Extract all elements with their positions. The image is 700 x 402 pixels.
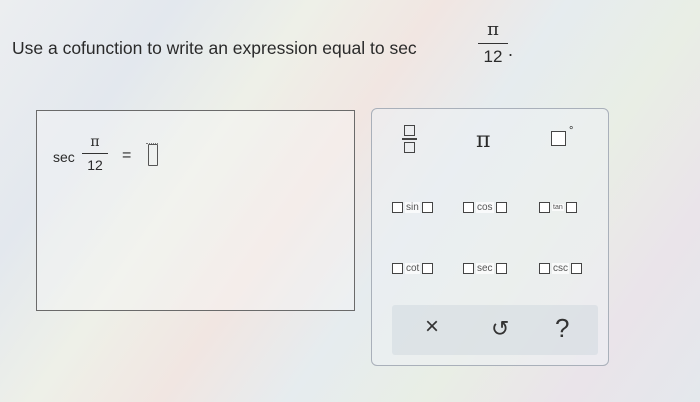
answer-func-label: sec — [53, 149, 75, 165]
clear-icon[interactable]: × — [425, 313, 439, 341]
cot-button[interactable]: cot — [392, 263, 434, 274]
slot-icon — [421, 202, 433, 213]
fraction-bar — [478, 43, 508, 44]
undo-icon[interactable]: ↺ — [491, 316, 509, 342]
question-text: Use a cofunction to write an expression … — [12, 38, 417, 58]
question-period: . — [508, 40, 514, 60]
degree-button[interactable]: ° — [551, 125, 573, 148]
answer-area[interactable]: sec π 12 = — [36, 110, 355, 311]
sin-button[interactable]: sin — [392, 202, 433, 213]
answer-denominator: 12 — [87, 157, 103, 173]
question-denominator: 12 — [483, 47, 503, 66]
slot-icon — [463, 263, 474, 274]
pi-button[interactable]: π — [476, 128, 490, 153]
fraction-bar-icon — [402, 138, 417, 140]
answer-fraction: π 12 — [82, 134, 108, 173]
slot-icon — [495, 263, 507, 274]
question-numerator: π — [487, 19, 499, 40]
slot-icon — [463, 202, 474, 213]
sec-label: sec — [476, 263, 494, 274]
slot-icon — [392, 202, 403, 213]
fraction-bottom-slot-icon — [404, 142, 415, 153]
slot-icon — [539, 263, 550, 274]
fraction-bar — [82, 153, 108, 154]
fraction-template-button[interactable] — [402, 125, 418, 155]
slot-icon — [565, 202, 577, 213]
fraction-top-slot-icon — [404, 125, 415, 136]
cos-button[interactable]: cos — [463, 202, 507, 213]
answer-input-box[interactable] — [146, 143, 158, 166]
slot-icon — [392, 263, 403, 274]
csc-label: csc — [552, 263, 569, 274]
answer-equals: = — [122, 147, 132, 164]
tan-button[interactable]: tan — [539, 202, 577, 213]
answer-numerator: π — [90, 134, 100, 150]
slot-icon — [571, 263, 582, 274]
slot-icon — [495, 202, 507, 213]
cot-label: cot — [405, 263, 421, 274]
slot-icon — [422, 263, 434, 274]
cos-label: cos — [476, 202, 494, 213]
sec-button[interactable]: sec — [463, 263, 507, 274]
math-palette: π ° sin cos tan cot sec csc × ↺ ? — [371, 108, 609, 366]
degree-slot-icon — [551, 131, 566, 147]
palette-action-bar: × ↺ ? — [392, 305, 598, 355]
sin-label: sin — [405, 202, 420, 213]
help-icon[interactable]: ? — [555, 313, 569, 344]
csc-button[interactable]: csc — [539, 263, 582, 274]
question-fraction: π 12 — [478, 20, 508, 67]
slot-icon — [539, 202, 550, 213]
tan-label: tan — [552, 204, 564, 211]
degree-symbol: ° — [569, 125, 574, 137]
